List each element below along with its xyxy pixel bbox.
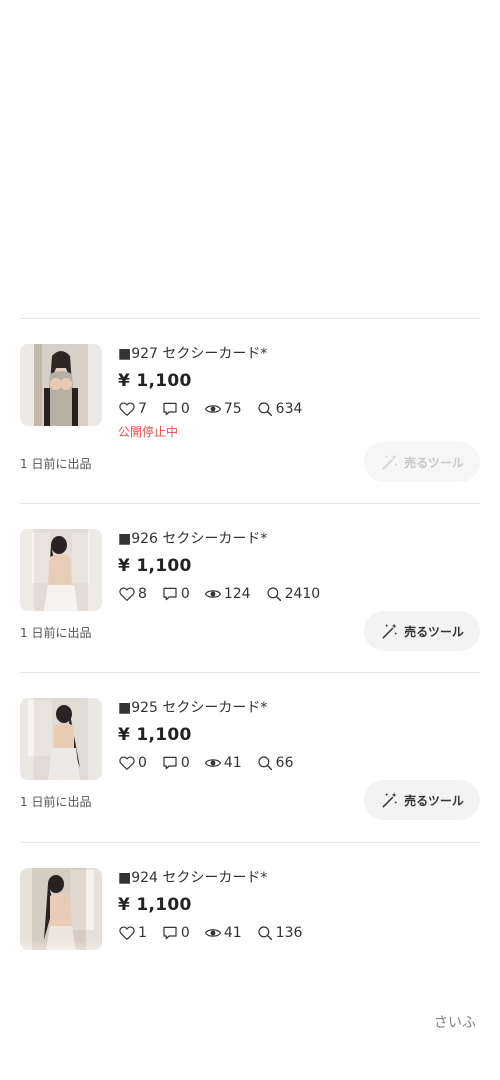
eye-icon [204, 590, 222, 598]
searches-stat: 634 [256, 400, 303, 418]
sell-tool-label: 売るツール [404, 624, 464, 639]
heart-icon [119, 402, 135, 416]
comments-count: 0 [180, 755, 190, 771]
listing-thumbnail[interactable] [20, 698, 102, 780]
listing-title[interactable]: ■926 セクシーカード* [118, 529, 480, 549]
listing-stats: 8 0 124 2410 [118, 583, 480, 605]
sell-tool-label: 売るツール [404, 455, 464, 470]
sell-tool-button[interactable]: 売るツール [364, 611, 480, 651]
likes-stat: 0 [118, 754, 147, 772]
views-count: 41 [223, 755, 242, 771]
comments-stat: 0 [161, 400, 190, 418]
listing-info: ■925 セクシーカード* ¥ 1,100 0 0 41 66 [118, 698, 480, 774]
searches-stat: 2410 [265, 585, 321, 603]
magic-wand-icon [382, 623, 398, 639]
sell-tool-button[interactable]: 売るツール [364, 780, 480, 820]
likes-count: 8 [138, 586, 147, 602]
search-icon [258, 756, 272, 771]
searches-count: 136 [275, 925, 303, 941]
heart-icon [119, 587, 135, 601]
bottom-fade-overlay [0, 940, 500, 1080]
thumbnail-image [20, 529, 102, 611]
listing-thumbnail[interactable] [20, 529, 102, 611]
eye-icon [204, 759, 222, 767]
views-count: 124 [223, 586, 251, 602]
views-stat: 41 [204, 754, 242, 772]
searches-count: 2410 [284, 586, 321, 602]
wallet-label[interactable]: さいふ [434, 1012, 476, 1032]
listing-info: ■926 セクシーカード* ¥ 1,100 8 0 124 2410 [118, 529, 480, 605]
listing-info: ■924 セクシーカード* ¥ 1,100 1 0 41 136 [118, 868, 480, 944]
status-badge: 公開停止中 [118, 425, 179, 439]
listing-price: ¥ 1,100 [118, 895, 192, 915]
thumbnail-image [20, 344, 102, 426]
listing-price: ¥ 1,100 [118, 371, 192, 391]
likes-stat: 7 [118, 400, 147, 418]
likes-count: 7 [138, 401, 147, 417]
likes-count: 0 [138, 755, 147, 771]
listing-thumbnail[interactable] [20, 344, 102, 426]
listing-title[interactable]: ■925 セクシーカード* [118, 698, 480, 718]
listed-date: 1 日前に出品 [20, 457, 92, 471]
divider [20, 318, 480, 319]
listing-title[interactable]: ■924 セクシーカード* [118, 868, 480, 888]
thumbnail-image [20, 868, 102, 950]
thumbnail-image [20, 698, 102, 780]
eye-icon [204, 405, 222, 413]
listing-stats: 7 0 75 634 [118, 398, 480, 420]
search-icon [266, 587, 281, 602]
heart-icon [119, 756, 135, 770]
likes-stat: 8 [118, 585, 147, 603]
listing-thumbnail[interactable] [20, 868, 102, 950]
searches-count: 66 [275, 755, 294, 771]
comments-count: 0 [180, 925, 190, 941]
listing-price: ¥ 1,100 [118, 556, 192, 576]
comment-icon [163, 402, 177, 416]
listing-info: ■927 セクシーカード* ¥ 1,100 7 0 75 634 公開停止中 [118, 344, 480, 440]
listing-price: ¥ 1,100 [118, 725, 192, 745]
listed-date: 1 日前に出品 [20, 795, 92, 809]
comments-stat: 0 [161, 585, 190, 603]
divider [20, 503, 480, 504]
magic-wand-icon [382, 792, 398, 808]
likes-count: 1 [138, 925, 147, 941]
views-stat: 124 [204, 585, 251, 603]
listing-title[interactable]: ■927 セクシーカード* [118, 344, 480, 364]
listing-stats: 0 0 41 66 [118, 752, 480, 774]
views-count: 41 [223, 925, 242, 941]
views-count: 75 [223, 401, 242, 417]
divider [20, 672, 480, 673]
comments-count: 0 [180, 586, 190, 602]
listed-date: 1 日前に出品 [20, 626, 92, 640]
searches-stat: 66 [256, 754, 294, 772]
sell-tool-label: 売るツール [404, 793, 464, 808]
searches-count: 634 [275, 401, 303, 417]
comments-stat: 0 [161, 754, 190, 772]
top-blank-area [0, 0, 500, 318]
magic-wand-icon [382, 454, 398, 470]
comment-icon [163, 587, 177, 601]
sell-tool-button[interactable]: 売るツール [364, 442, 480, 482]
comments-count: 0 [180, 401, 190, 417]
search-icon [258, 402, 272, 417]
views-stat: 75 [204, 400, 242, 418]
comment-icon [163, 756, 177, 770]
divider [20, 842, 480, 843]
